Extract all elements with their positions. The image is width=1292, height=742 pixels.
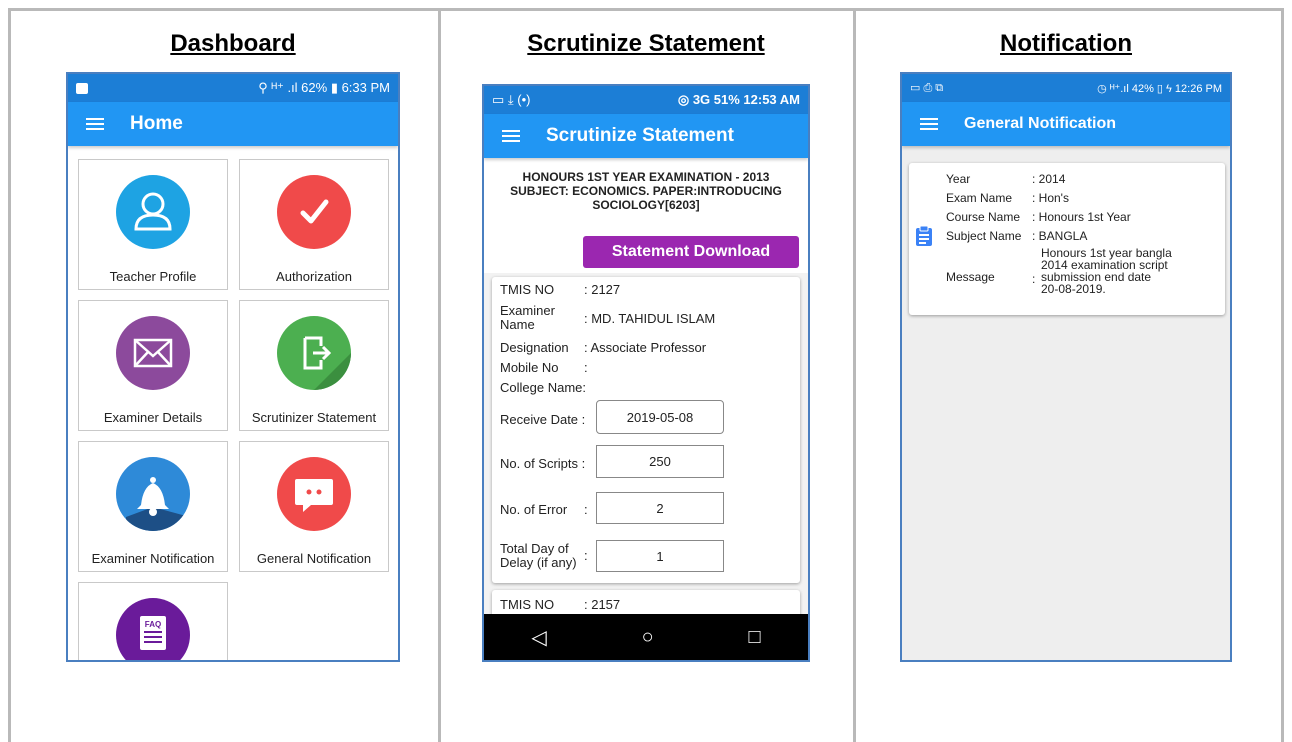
status-right: ◷ ᴴ⁺.ıl 42% ▯ ϟ 12:26 PM [1097, 82, 1222, 95]
mobile-value: : [584, 360, 588, 375]
tile-faq[interactable]: FAQ [78, 582, 228, 660]
receive-date-label: Receive Date : [500, 412, 586, 427]
status-bar: ▭ ⤓ (•) ◎ 3G 51% 12:53 AM [484, 86, 808, 114]
back-button[interactable]: ◁ [531, 625, 546, 650]
college-label: College Name: [500, 380, 586, 395]
notification-phone: ▭ ⎙ ⧉ ◷ ᴴ⁺.ıl 42% ▯ ϟ 12:26 PM General N… [900, 72, 1232, 662]
subject-name-value: : BANGLA [1032, 229, 1088, 243]
delay-field[interactable]: 1 [596, 540, 724, 572]
menu-icon[interactable] [502, 127, 520, 145]
tile-label: Teacher Profile [109, 269, 197, 284]
year-label: Year [946, 172, 971, 186]
notification-heading: Notification [1000, 30, 1132, 57]
recent-apps-button[interactable]: □ [748, 626, 760, 649]
dashboard-heading: Dashboard [170, 30, 296, 57]
course-name-label: Course Name [946, 210, 1021, 224]
tmis-label: TMIS NO [500, 282, 555, 297]
bell-icon [116, 457, 190, 531]
error-colon: : [584, 502, 588, 517]
chat-bubble-icon [277, 457, 351, 531]
tmis-value: : 2157 [584, 597, 621, 612]
user-icon [116, 175, 190, 249]
tile-label: Authorization [276, 269, 352, 284]
receive-date-field[interactable]: 2019-05-08 [596, 400, 724, 434]
app-bar: General Notification [902, 102, 1230, 146]
tile-teacher-profile[interactable]: Teacher Profile [78, 159, 228, 290]
examiner-card: TMIS NO : 2127 Examiner Name : MD. TAHID… [492, 277, 800, 583]
tile-grid: Teacher Profile Authorization Examiner D… [68, 146, 398, 660]
message-label: Message [946, 270, 995, 284]
menu-icon[interactable] [86, 115, 104, 133]
header-line: SUBJECT: ECONOMICS. PAPER:INTRODUCING [510, 184, 782, 198]
scrutinize-heading: Scrutinize Statement [527, 30, 765, 57]
designation-label: Designation [500, 340, 569, 355]
status-right: ⚲ ᴴ⁺ .ıl 62% ▮ 6:33 PM [258, 80, 390, 95]
scrutinize-phone: ▭ ⤓ (•) ◎ 3G 51% 12:53 AM Scrutinize Sta… [482, 84, 810, 662]
status-right: ◎ 3G 51% 12:53 AM [677, 92, 800, 107]
statement-download-button[interactable]: Statement Download [583, 236, 799, 268]
dashboard-phone: ⚲ ᴴ⁺ .ıl 62% ▮ 6:33 PM Home Teacher Prof… [66, 72, 400, 662]
tile-label: Examiner Notification [91, 551, 215, 566]
error-field[interactable]: 2 [596, 492, 724, 524]
app-bar: Home [68, 102, 398, 146]
home-button[interactable]: ○ [642, 626, 654, 649]
tmis-label: TMIS NO [500, 597, 555, 612]
tile-scrutinizer-statement[interactable]: Scrutinizer Statement [239, 300, 389, 431]
tile-label: Examiner Details [103, 410, 203, 425]
system-nav-bar: ◁ ○ □ [484, 614, 808, 660]
menu-icon[interactable] [920, 115, 938, 133]
notification-icon [76, 82, 88, 94]
faq-icon: FAQ [116, 598, 190, 660]
app-bar: Scrutinize Statement [484, 114, 808, 158]
app-bar-title: Scrutinize Statement [546, 125, 734, 146]
check-icon [277, 175, 351, 249]
tile-label: General Notification [256, 551, 372, 566]
app-bar-title: General Notification [964, 115, 1117, 132]
designation-value: : Associate Professor [584, 340, 707, 355]
examiner-name-value: : MD. TAHIDUL ISLAM [584, 311, 716, 326]
status-left: ▭ ⤓ (•) [492, 92, 531, 107]
header-line: SOCIOLOGY[6203] [592, 198, 700, 212]
export-file-icon [277, 316, 351, 390]
tile-label: Scrutinizer Statement [251, 410, 377, 425]
clipboard-icon [915, 225, 933, 252]
svg-text:FAQ: FAQ [145, 620, 161, 629]
column-divider-1 [438, 8, 441, 742]
app-bar-title: Home [130, 113, 183, 134]
year-value: : 2014 [1032, 172, 1066, 186]
error-label: No. of Error [500, 502, 568, 517]
tile-general-notification[interactable]: General Notification [239, 441, 389, 572]
examiner-label: Examiner Name [500, 303, 555, 332]
tile-examiner-notification[interactable]: Examiner Notification [78, 441, 228, 572]
exam-name-value: : Hon's [1032, 191, 1069, 205]
tmis-value: : 2127 [584, 282, 621, 297]
exam-title: HONOURS 1ST YEAR EXAMINATION - 2013 SUBJ… [484, 158, 808, 212]
message-colon: : [1032, 272, 1036, 286]
scripts-field[interactable]: 250 [596, 445, 724, 478]
message-text: Honours 1st year bangla 2014 examination… [1041, 246, 1172, 296]
delay-label: Total Day of Delay (if any) [500, 541, 577, 570]
status-bar: ⚲ ᴴ⁺ .ıl 62% ▮ 6:33 PM [68, 74, 398, 102]
status-left: ▭ ⎙ ⧉ [910, 82, 944, 94]
column-divider-2 [853, 8, 856, 742]
delay-colon: : [584, 548, 588, 563]
envelope-icon [116, 316, 190, 390]
header-line: HONOURS 1ST YEAR EXAMINATION - 2013 [522, 170, 770, 184]
course-name-value: : Honours 1st Year [1032, 210, 1131, 224]
status-bar: ▭ ⎙ ⧉ ◷ ᴴ⁺.ıl 42% ▯ ϟ 12:26 PM [902, 74, 1230, 102]
mobile-label: Mobile No [500, 360, 559, 375]
scripts-label: No. of Scripts : [500, 456, 586, 471]
notification-card[interactable]: Year : 2014 Exam Name : Hon's Course Nam… [909, 163, 1225, 315]
tile-examiner-details[interactable]: Examiner Details [78, 300, 228, 431]
tile-authorization[interactable]: Authorization [239, 159, 389, 290]
exam-name-label: Exam Name [946, 191, 1013, 205]
subject-name-label: Subject Name [946, 229, 1022, 243]
